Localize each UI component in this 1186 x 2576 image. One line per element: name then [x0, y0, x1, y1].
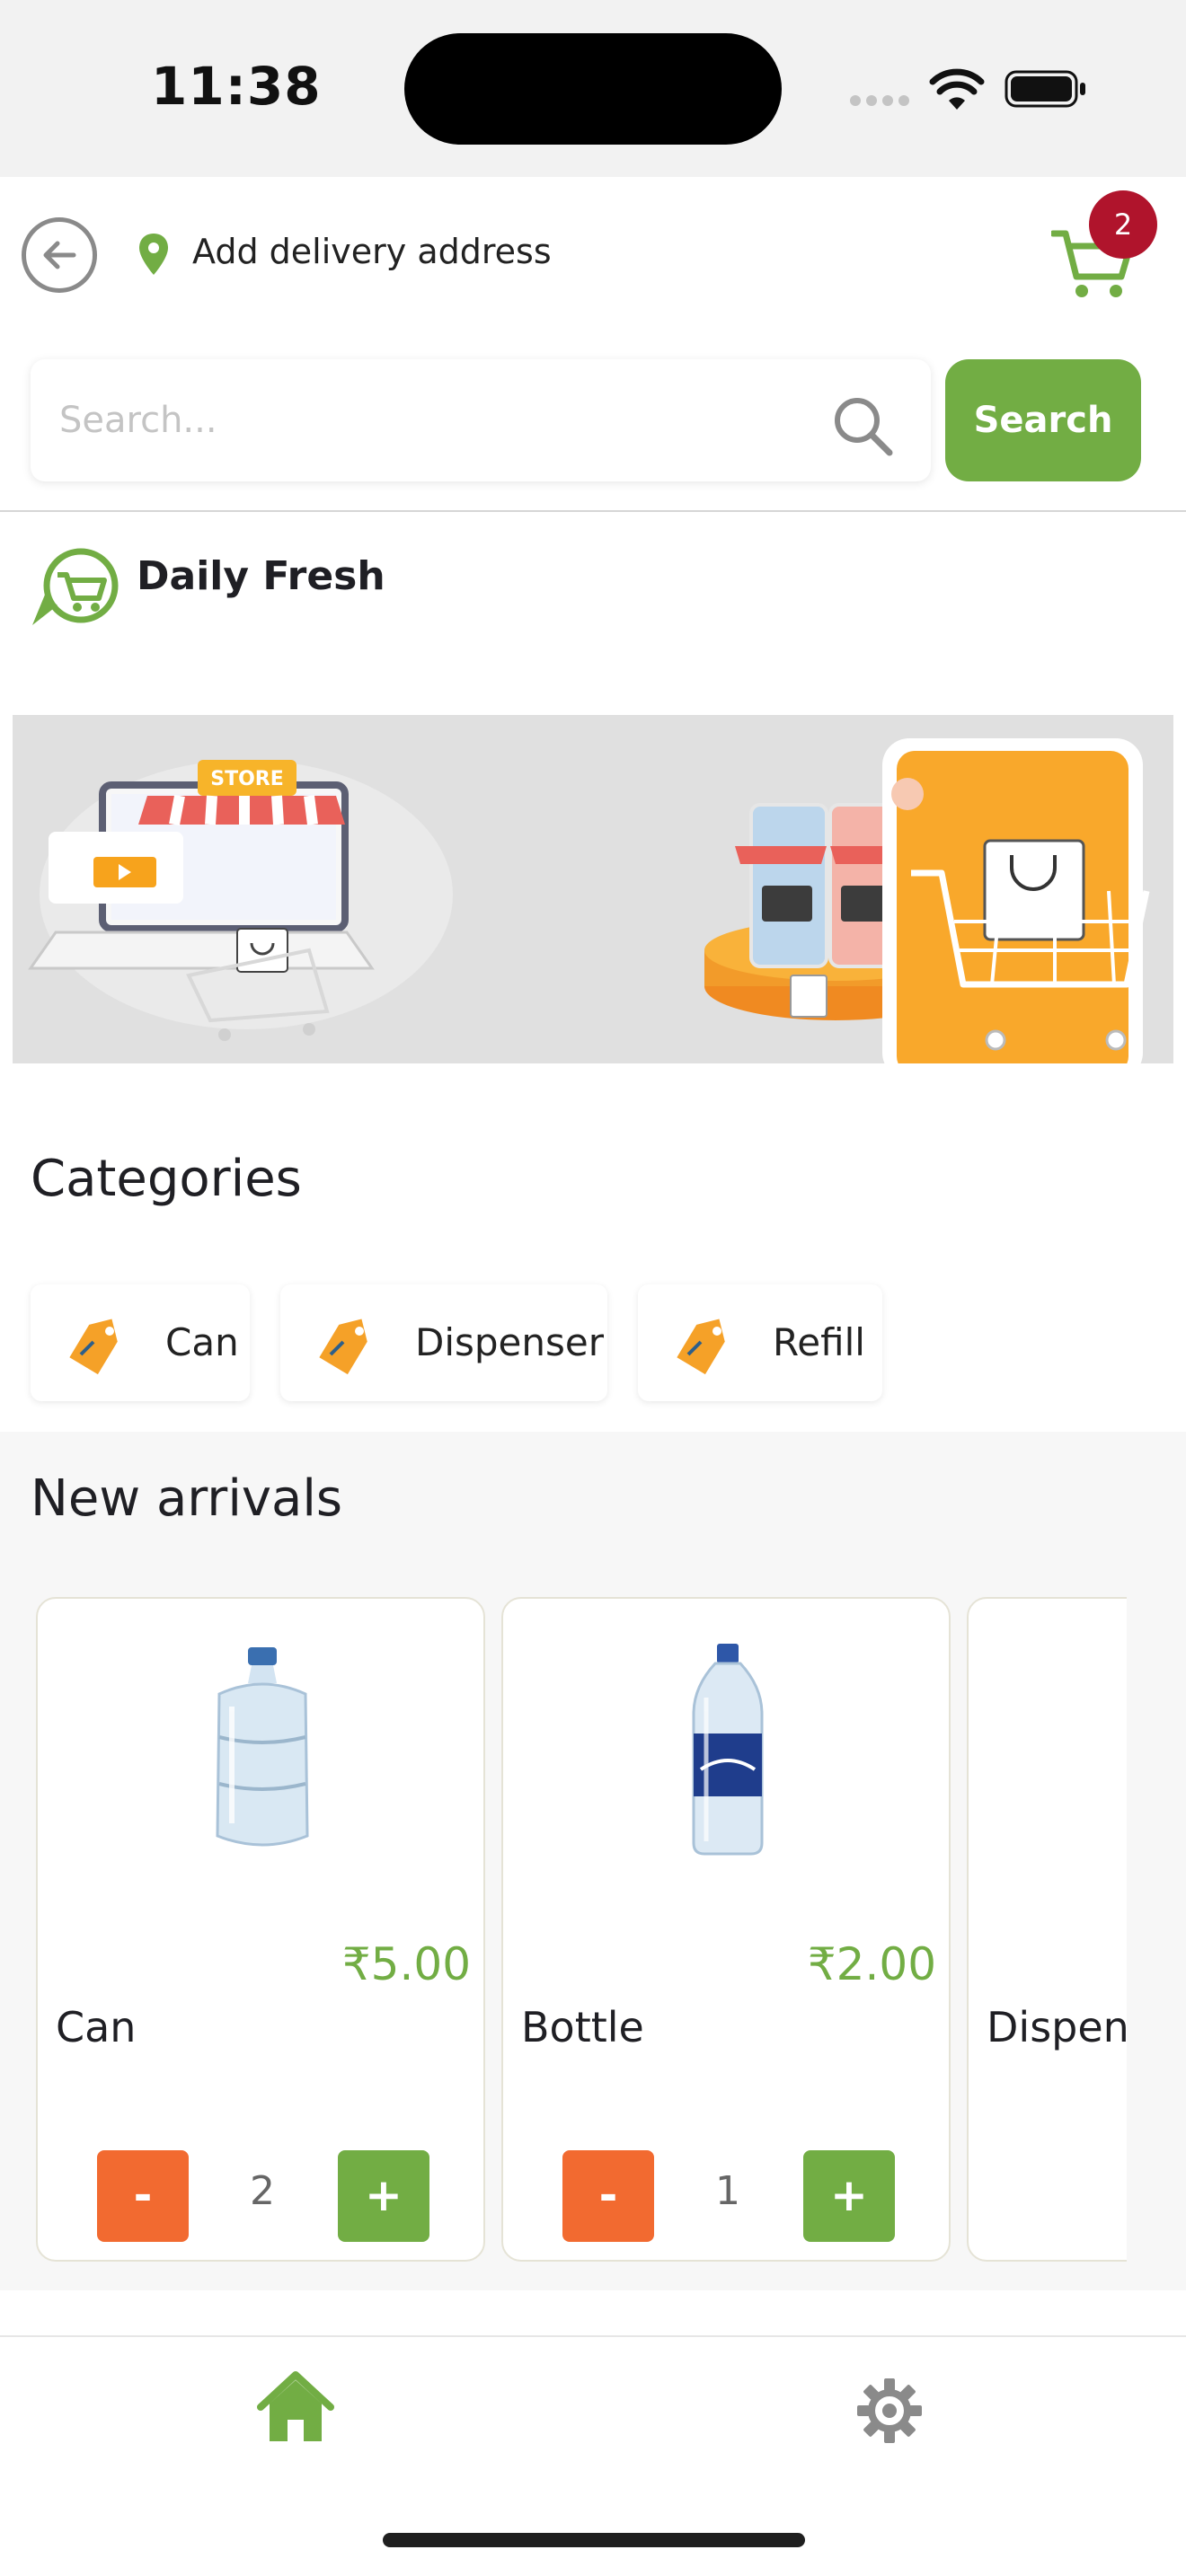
water-can-image	[216, 1647, 309, 1847]
product-price: ₹2.00	[807, 1938, 936, 1990]
category-chip-can[interactable]: Can	[31, 1284, 250, 1401]
search-input[interactable]	[59, 390, 796, 451]
category-label: Can	[165, 1320, 239, 1364]
cellular-signal-icon	[850, 95, 909, 106]
home-icon[interactable]	[257, 2371, 334, 2443]
status-bar: 11:38	[0, 0, 1186, 177]
home-indicator[interactable]	[383, 2533, 805, 2547]
category-label: Refill	[773, 1320, 865, 1364]
dynamic-island	[404, 33, 782, 145]
search-icon[interactable]	[830, 393, 895, 458]
decrease-quantity-button[interactable]: -	[562, 2150, 654, 2242]
delivery-address-link[interactable]: Add delivery address	[192, 232, 552, 271]
store-name: Daily Fresh	[137, 553, 385, 599]
quantity-value: 1	[715, 2168, 740, 2214]
tag-icon	[677, 1319, 725, 1375]
product-name: Bottle	[521, 2003, 644, 2051]
tag-icon	[69, 1319, 118, 1375]
category-chip-refill[interactable]: Refill	[638, 1284, 882, 1401]
back-button[interactable]	[22, 217, 97, 293]
product-name: Dispens	[987, 2003, 1127, 2051]
product-card-can[interactable]: ₹5.00 Can - 2 +	[36, 1597, 485, 2262]
status-time: 11:38	[151, 56, 322, 117]
quantity-value: 2	[250, 2168, 275, 2214]
water-bottle-image	[692, 1644, 764, 1856]
location-pin-icon[interactable]	[137, 232, 171, 277]
wifi-icon	[929, 68, 985, 110]
product-card-dispenser[interactable]: Dispens	[967, 1597, 1127, 2262]
categories-title: Categories	[31, 1150, 302, 1208]
increase-quantity-button[interactable]: +	[338, 2150, 429, 2242]
product-card-clip: Dispens	[965, 1597, 1127, 2262]
decrease-quantity-button[interactable]: -	[97, 2150, 189, 2242]
search-box	[31, 359, 931, 481]
increase-quantity-button[interactable]: +	[803, 2150, 895, 2242]
bottom-nav-divider	[0, 2335, 1186, 2337]
back-arrow-icon	[43, 241, 76, 269]
shopping-cart-logo-icon	[32, 548, 119, 625]
product-card-bottle[interactable]: ₹2.00 Bottle - 1 +	[501, 1597, 951, 2262]
gear-icon[interactable]	[855, 2377, 924, 2445]
battery-icon	[1005, 70, 1085, 108]
category-label: Dispenser	[415, 1320, 604, 1364]
product-price: ₹5.00	[341, 1938, 471, 1990]
category-chip-dispenser[interactable]: Dispenser	[280, 1284, 607, 1401]
tag-icon	[319, 1319, 367, 1375]
promo-banner[interactable]: STORE	[13, 715, 1173, 1063]
banner-store-sign: STORE	[210, 768, 284, 790]
search-button[interactable]: Search	[945, 359, 1141, 481]
product-name: Can	[56, 2003, 137, 2051]
banner-illustration: STORE	[28, 738, 1150, 1063]
divider	[0, 510, 1186, 512]
cart-count-badge[interactable]: 2	[1089, 190, 1157, 259]
new-arrivals-title: New arrivals	[31, 1469, 343, 1528]
